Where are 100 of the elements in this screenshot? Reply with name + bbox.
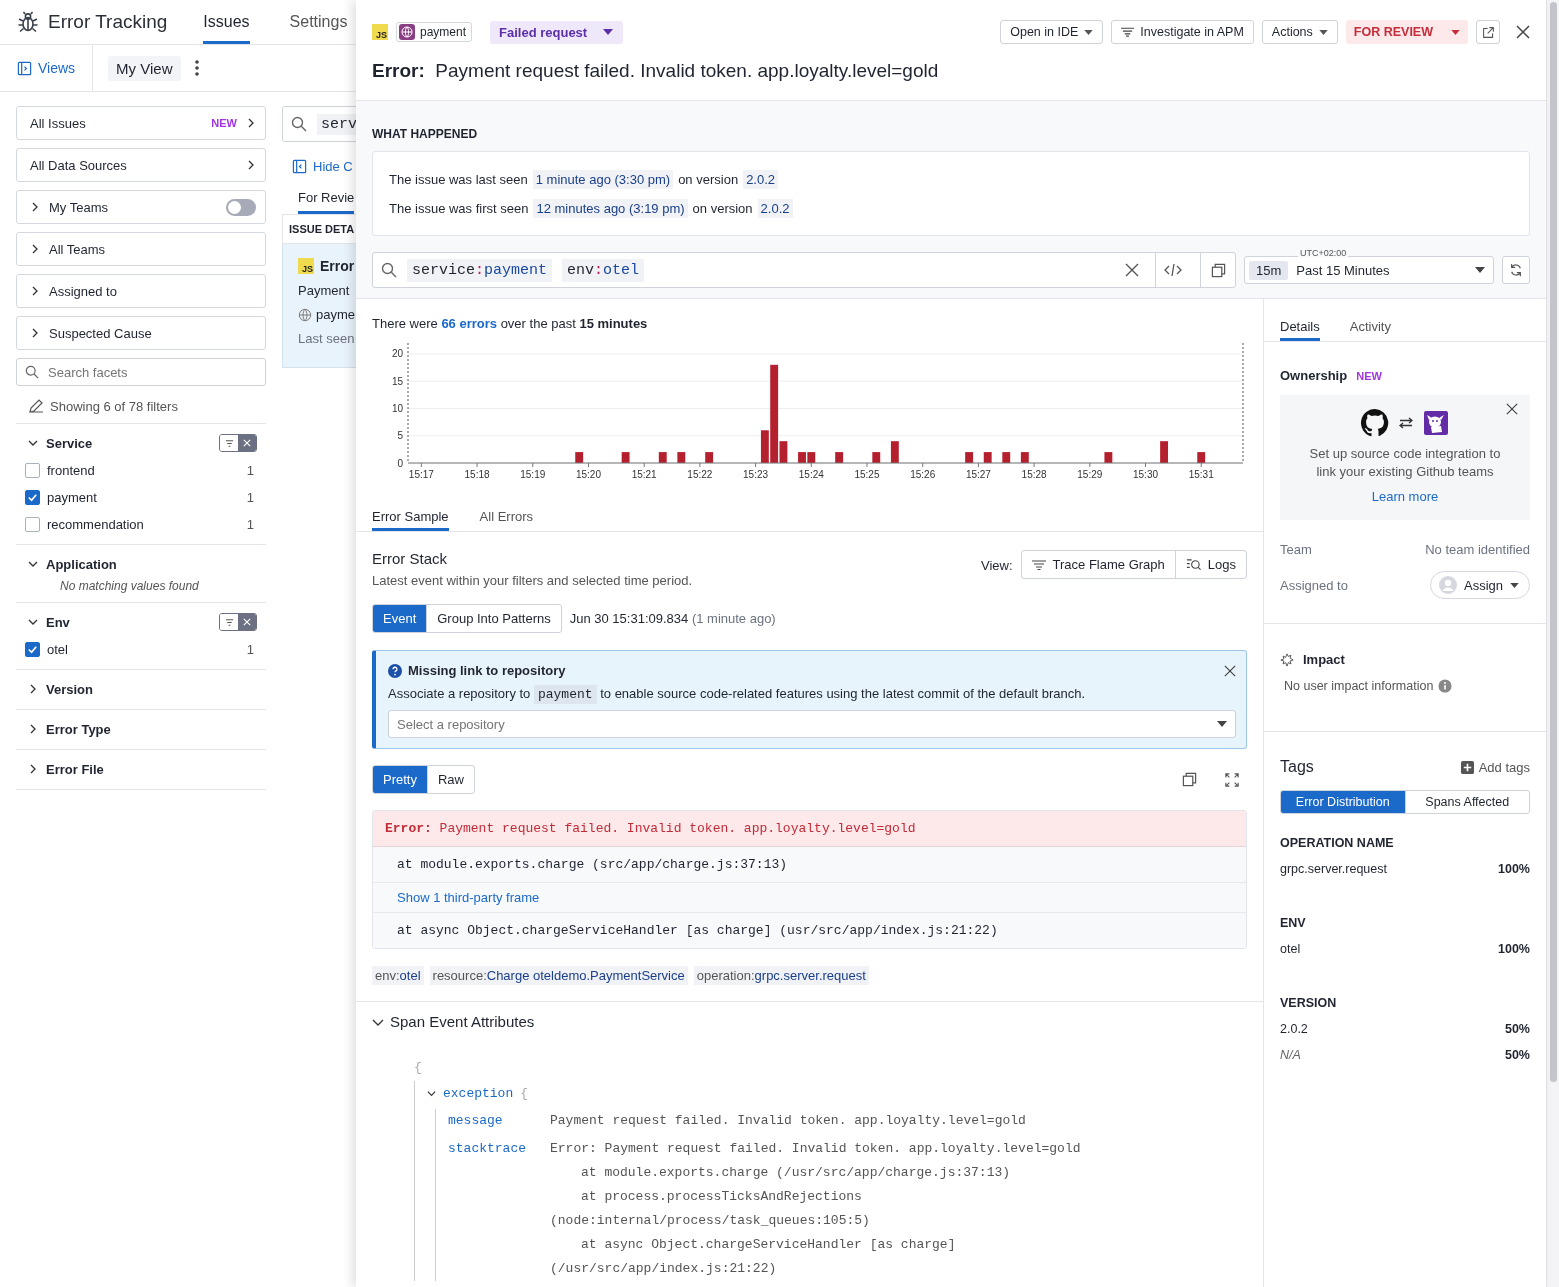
chevron-right-icon[interactable] [28, 684, 38, 694]
copy-icon[interactable] [1182, 772, 1197, 787]
errors-link[interactable]: 66 errors [441, 316, 498, 331]
error-bar[interactable] [677, 452, 686, 463]
tag-value[interactable]: 2.0.2 [1280, 1022, 1308, 1036]
info-icon[interactable] [1438, 679, 1453, 693]
event-tag[interactable]: env:otel [372, 966, 424, 985]
error-bar[interactable] [658, 452, 667, 463]
toggle-switch[interactable] [226, 198, 256, 216]
query-term[interactable]: env:otel [562, 258, 645, 282]
nav-tab[interactable]: Settings [289, 0, 348, 44]
close-icon[interactable] [1506, 403, 1518, 415]
error-bar[interactable] [1160, 441, 1169, 463]
query-field[interactable]: service:payment env:otel [372, 252, 1236, 288]
facet-value[interactable]: otel [47, 641, 240, 657]
search-field[interactable]: Search facets [16, 358, 266, 386]
mode-toggle[interactable]: Group Into Patterns [426, 605, 561, 632]
checkbox[interactable] [25, 641, 40, 657]
apm-button[interactable]: Investigate in APM [1111, 20, 1254, 44]
chevron-right-icon[interactable] [28, 764, 38, 774]
pencil-icon[interactable] [28, 398, 44, 414]
facet-title[interactable]: Service [46, 435, 93, 451]
stack-frame[interactable]: at module.exports.charge (src/app/charge.js:37:13) [373, 847, 1246, 883]
view-selector[interactable]: My View [108, 55, 181, 81]
mode-toggle[interactable]: Event [373, 605, 427, 632]
facet-nav-item[interactable]: All Issues NEW [16, 106, 266, 140]
error-bar[interactable] [621, 452, 630, 463]
error-bar[interactable] [1197, 452, 1206, 463]
facet-nav-item[interactable]: My Teams [16, 190, 266, 224]
error-bar[interactable] [872, 452, 881, 463]
facet-nav-item[interactable]: All Teams [16, 232, 266, 266]
error-bar[interactable] [835, 452, 844, 463]
format-toggle[interactable]: Raw [426, 766, 474, 793]
issue-type-dropdown[interactable]: Failed request [490, 20, 624, 44]
checkbox[interactable] [25, 489, 40, 505]
facet-title[interactable]: Application [46, 556, 117, 572]
open-external-button[interactable] [1476, 20, 1500, 44]
error-bar[interactable] [890, 441, 899, 463]
facet-value[interactable]: payment [47, 489, 240, 505]
error-bar[interactable] [1104, 452, 1113, 463]
error-bar[interactable] [770, 364, 779, 463]
error-bar[interactable] [807, 452, 816, 463]
time-range-picker[interactable]: 15m Past 15 Minutes [1244, 256, 1494, 284]
tag-value[interactable]: otel [1280, 942, 1301, 956]
add-tags-button[interactable]: Add tags [1460, 759, 1530, 775]
error-bar[interactable] [1020, 452, 1029, 463]
views-button[interactable]: Views [0, 45, 94, 91]
facet-title[interactable]: Env [46, 614, 70, 630]
facet-filter-controls[interactable] [219, 613, 257, 631]
chevron-down-icon[interactable] [427, 1088, 436, 1098]
facet-title[interactable]: Version [46, 681, 93, 697]
nav-tab[interactable]: Issues [203, 0, 250, 44]
facet-title[interactable]: Error Type [46, 721, 111, 737]
facet-nav-item[interactable]: Assigned to [16, 274, 266, 308]
facet-value[interactable]: recommendation [47, 516, 240, 532]
tags-view-toggle[interactable]: Error Distribution [1281, 791, 1405, 813]
tag-value[interactable]: N/A [1280, 1048, 1301, 1062]
panel-tab[interactable]: Activity [1349, 311, 1391, 341]
clear-icon[interactable] [1125, 263, 1139, 277]
error-bar[interactable] [983, 452, 992, 463]
service-tag[interactable]: payment [396, 22, 473, 42]
expand-icon[interactable] [1225, 772, 1239, 787]
format-toggle[interactable]: Pretty [373, 766, 427, 793]
tag-value[interactable]: grpc.server.request [1280, 862, 1387, 876]
checkbox[interactable] [25, 462, 40, 478]
checkbox[interactable] [25, 516, 40, 532]
tags-view-toggle[interactable]: Spans Affected [1404, 791, 1529, 813]
repository-select[interactable]: Select a repository [388, 710, 1236, 738]
copy-icon[interactable] [1210, 262, 1226, 278]
facet-value[interactable]: frontend [47, 462, 240, 478]
facet-filter-controls[interactable] [219, 434, 257, 452]
chevron-right-icon[interactable] [28, 724, 38, 734]
sample-tab[interactable]: All Errors [479, 501, 534, 531]
dropdown-button[interactable]: Actions [1261, 20, 1338, 44]
event-tag[interactable]: operation:grpc.server.request [693, 966, 869, 985]
facet-nav-item[interactable]: Suspected Cause [16, 316, 266, 350]
chevron-down-icon[interactable] [28, 438, 38, 448]
show-frames-link[interactable]: Show 1 third-party frame [397, 890, 540, 905]
sample-tab[interactable]: Error Sample [372, 501, 449, 531]
facet-title[interactable]: Error File [46, 761, 104, 777]
error-bar[interactable] [575, 452, 584, 463]
issue-card[interactable]: JS Error Payment payme Last seen [282, 244, 356, 368]
refresh-button[interactable] [1502, 256, 1530, 284]
stack-frame[interactable]: at async Object.chargeServiceHandler [as charge] (usr/src/app/index.js:21:22) [373, 913, 1246, 948]
more-icon[interactable] [194, 60, 199, 76]
close-icon[interactable] [1224, 664, 1236, 677]
close-icon[interactable] [1516, 25, 1530, 39]
code-icon[interactable] [1164, 263, 1182, 277]
logs-button[interactable]: Logs [1174, 551, 1246, 578]
query-term[interactable]: service:payment [407, 258, 553, 282]
error-bar[interactable] [965, 452, 974, 463]
facet-nav-item[interactable]: All Data Sources [16, 148, 266, 182]
status-dropdown[interactable]: FOR REVIEW [1345, 20, 1468, 44]
chevron-down-icon[interactable] [28, 559, 38, 569]
error-bar[interactable] [705, 452, 714, 463]
learn-more-link[interactable]: Learn more [1371, 489, 1439, 504]
error-bar[interactable] [760, 430, 769, 463]
event-tag[interactable]: resource:Charge oteldemo.PaymentService [429, 966, 688, 985]
dropdown-button[interactable]: Open in IDE [1000, 20, 1104, 44]
error-bar[interactable] [1002, 452, 1011, 463]
